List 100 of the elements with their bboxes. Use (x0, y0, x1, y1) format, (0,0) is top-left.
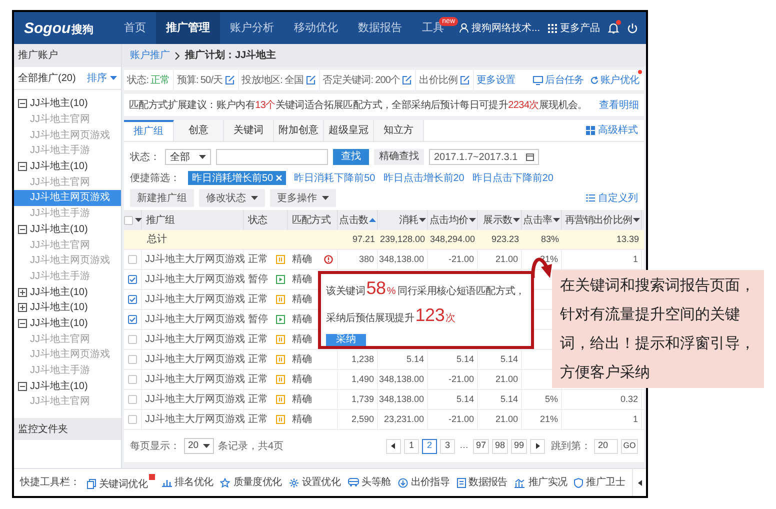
breadcrumb-link[interactable]: 账户推广 (130, 48, 170, 63)
previous-page-button[interactable] (386, 438, 401, 454)
toolbar-item[interactable]: 数据报告 (456, 475, 508, 490)
tab[interactable]: 推广组 (124, 120, 174, 141)
pause-icon[interactable] (276, 255, 285, 264)
go-button[interactable]: GO (621, 438, 638, 454)
toolbar-button[interactable]: 新建推广组 (130, 189, 194, 207)
checkbox[interactable] (128, 255, 137, 264)
collapse-icon[interactable] (18, 99, 27, 108)
collapse-icon[interactable] (18, 224, 27, 234)
date-range-field[interactable]: 2017.1.7~2017.3.1 (429, 149, 539, 165)
next-page-button[interactable] (530, 438, 545, 454)
nav-tab[interactable]: 数据报告 (348, 12, 412, 44)
search-button[interactable]: 查找 (333, 149, 369, 165)
toolbar-item[interactable]: 推广实况 (514, 475, 568, 490)
play-icon[interactable] (276, 315, 285, 324)
per-page-dropdown[interactable]: 20 (184, 438, 214, 454)
filter-chip[interactable]: 昨日消耗下降前50 (294, 171, 376, 185)
exact-search-button[interactable]: 精确查找 (374, 149, 424, 165)
table-cell-text: 正常 (248, 352, 268, 367)
caret-icon[interactable] (134, 218, 142, 222)
action-link[interactable]: 账户优化 (590, 72, 639, 88)
toolbar-item[interactable]: 头等舱 (348, 475, 391, 490)
checkbox[interactable] (128, 275, 137, 284)
nav-tab[interactable]: 移动优化 (284, 12, 348, 44)
page-button[interactable]: 98 (492, 438, 508, 454)
edit-icon[interactable] (306, 75, 316, 85)
toolbar-item[interactable]: 关键词优化 (87, 474, 155, 492)
grid-icon[interactable] (548, 24, 557, 32)
nav-tab[interactable]: 首页 (114, 12, 156, 44)
tree-group[interactable]: JJ斗地主(10) (30, 284, 88, 300)
tree-group[interactable]: JJ斗地主(10) (30, 159, 88, 174)
more-products-link[interactable]: 更多产品 (560, 20, 600, 36)
gear-icon (288, 478, 299, 488)
pause-icon[interactable] (276, 355, 285, 364)
warning-icon[interactable] (324, 255, 333, 264)
filter-chip[interactable]: 昨日消耗增长前50 (188, 171, 286, 185)
user-name[interactable]: 搜狗网络技术... (472, 20, 540, 36)
checkbox[interactable] (128, 315, 137, 324)
play-icon[interactable] (276, 275, 285, 284)
toolbar-item[interactable]: 排名优化 (162, 475, 214, 490)
tree-group[interactable]: JJ斗地主(10) (30, 378, 88, 394)
tab[interactable]: 超级皇冠 (324, 120, 374, 141)
pause-icon[interactable] (276, 335, 285, 344)
tab[interactable]: 关键词 (224, 120, 274, 141)
page-button[interactable]: 3 (440, 438, 455, 454)
tab[interactable]: 附加创意 (274, 120, 324, 141)
expand-icon[interactable] (18, 288, 27, 297)
nav-tab[interactable]: 推广管理 (156, 12, 220, 44)
pause-icon[interactable] (276, 375, 285, 384)
expand-icon[interactable] (18, 303, 27, 312)
sort-dropdown[interactable]: 排序 (87, 70, 117, 86)
tree-group[interactable]: JJ斗地主(10) (30, 222, 88, 237)
edit-icon[interactable] (460, 75, 470, 85)
toolbar-item[interactable]: 推广卫士 (574, 475, 626, 490)
filter-chip[interactable]: 昨日点击下降前20 (472, 171, 554, 185)
power-icon[interactable] (627, 22, 638, 34)
tab[interactable]: 知立方 (374, 120, 424, 141)
page-number-field[interactable]: 20 (594, 438, 618, 454)
star-icon (220, 478, 230, 488)
collapse-icon[interactable] (18, 162, 27, 172)
filter-chip[interactable]: 昨日点击增长前20 (383, 171, 464, 185)
edit-icon[interactable] (224, 75, 235, 85)
toolbar-item[interactable]: 质量度优化 (220, 475, 282, 490)
checkbox[interactable] (128, 335, 137, 344)
advanced-style-link[interactable]: 高级样式 (586, 120, 644, 141)
toolbar-button[interactable]: 修改状态 (199, 189, 265, 207)
checkbox[interactable] (128, 415, 137, 424)
tree-group[interactable]: JJ斗地主(10) (30, 300, 88, 316)
page-button[interactable]: 97 (472, 438, 489, 454)
pause-icon[interactable] (276, 395, 285, 404)
status-dropdown[interactable]: 全部 (165, 149, 211, 165)
checkbox[interactable] (124, 216, 132, 224)
view-details-link[interactable]: 查看明细 (599, 98, 639, 112)
toolbar-item[interactable]: 设置优化 (288, 475, 341, 490)
page-button[interactable]: 1 (404, 438, 419, 454)
action-link[interactable]: 后台任务 (533, 72, 584, 88)
tab[interactable]: 创意 (174, 120, 224, 141)
checkbox[interactable] (128, 295, 137, 304)
edit-icon[interactable] (402, 75, 412, 85)
pause-icon[interactable] (276, 415, 285, 424)
more-settings-link[interactable]: 更多设置 (476, 72, 515, 88)
toolbar-button[interactable]: 更多操作 (270, 189, 336, 207)
nav-tab[interactable]: 账户分析 (220, 12, 284, 44)
page-button[interactable]: 2 (422, 438, 437, 454)
checkbox[interactable] (128, 375, 137, 384)
checkbox[interactable] (128, 355, 137, 364)
bell-icon[interactable] (608, 22, 619, 34)
checkbox[interactable] (128, 395, 137, 404)
pause-icon[interactable] (276, 295, 285, 304)
tree-group[interactable]: JJ斗地主(10) (30, 316, 88, 331)
collapse-icon[interactable] (18, 382, 27, 391)
search-field[interactable] (216, 149, 328, 165)
toolbar-item[interactable]: 出价指导 (398, 475, 450, 490)
custom-columns-link[interactable]: 自定义列 (586, 190, 638, 206)
collapse-icon[interactable] (18, 318, 27, 328)
tree-group[interactable]: JJ斗地主(10) (30, 96, 88, 112)
all-campaigns-item[interactable]: 全部推广(20) (18, 70, 76, 86)
page-button[interactable]: 99 (510, 438, 527, 454)
close-icon[interactable] (276, 175, 282, 181)
